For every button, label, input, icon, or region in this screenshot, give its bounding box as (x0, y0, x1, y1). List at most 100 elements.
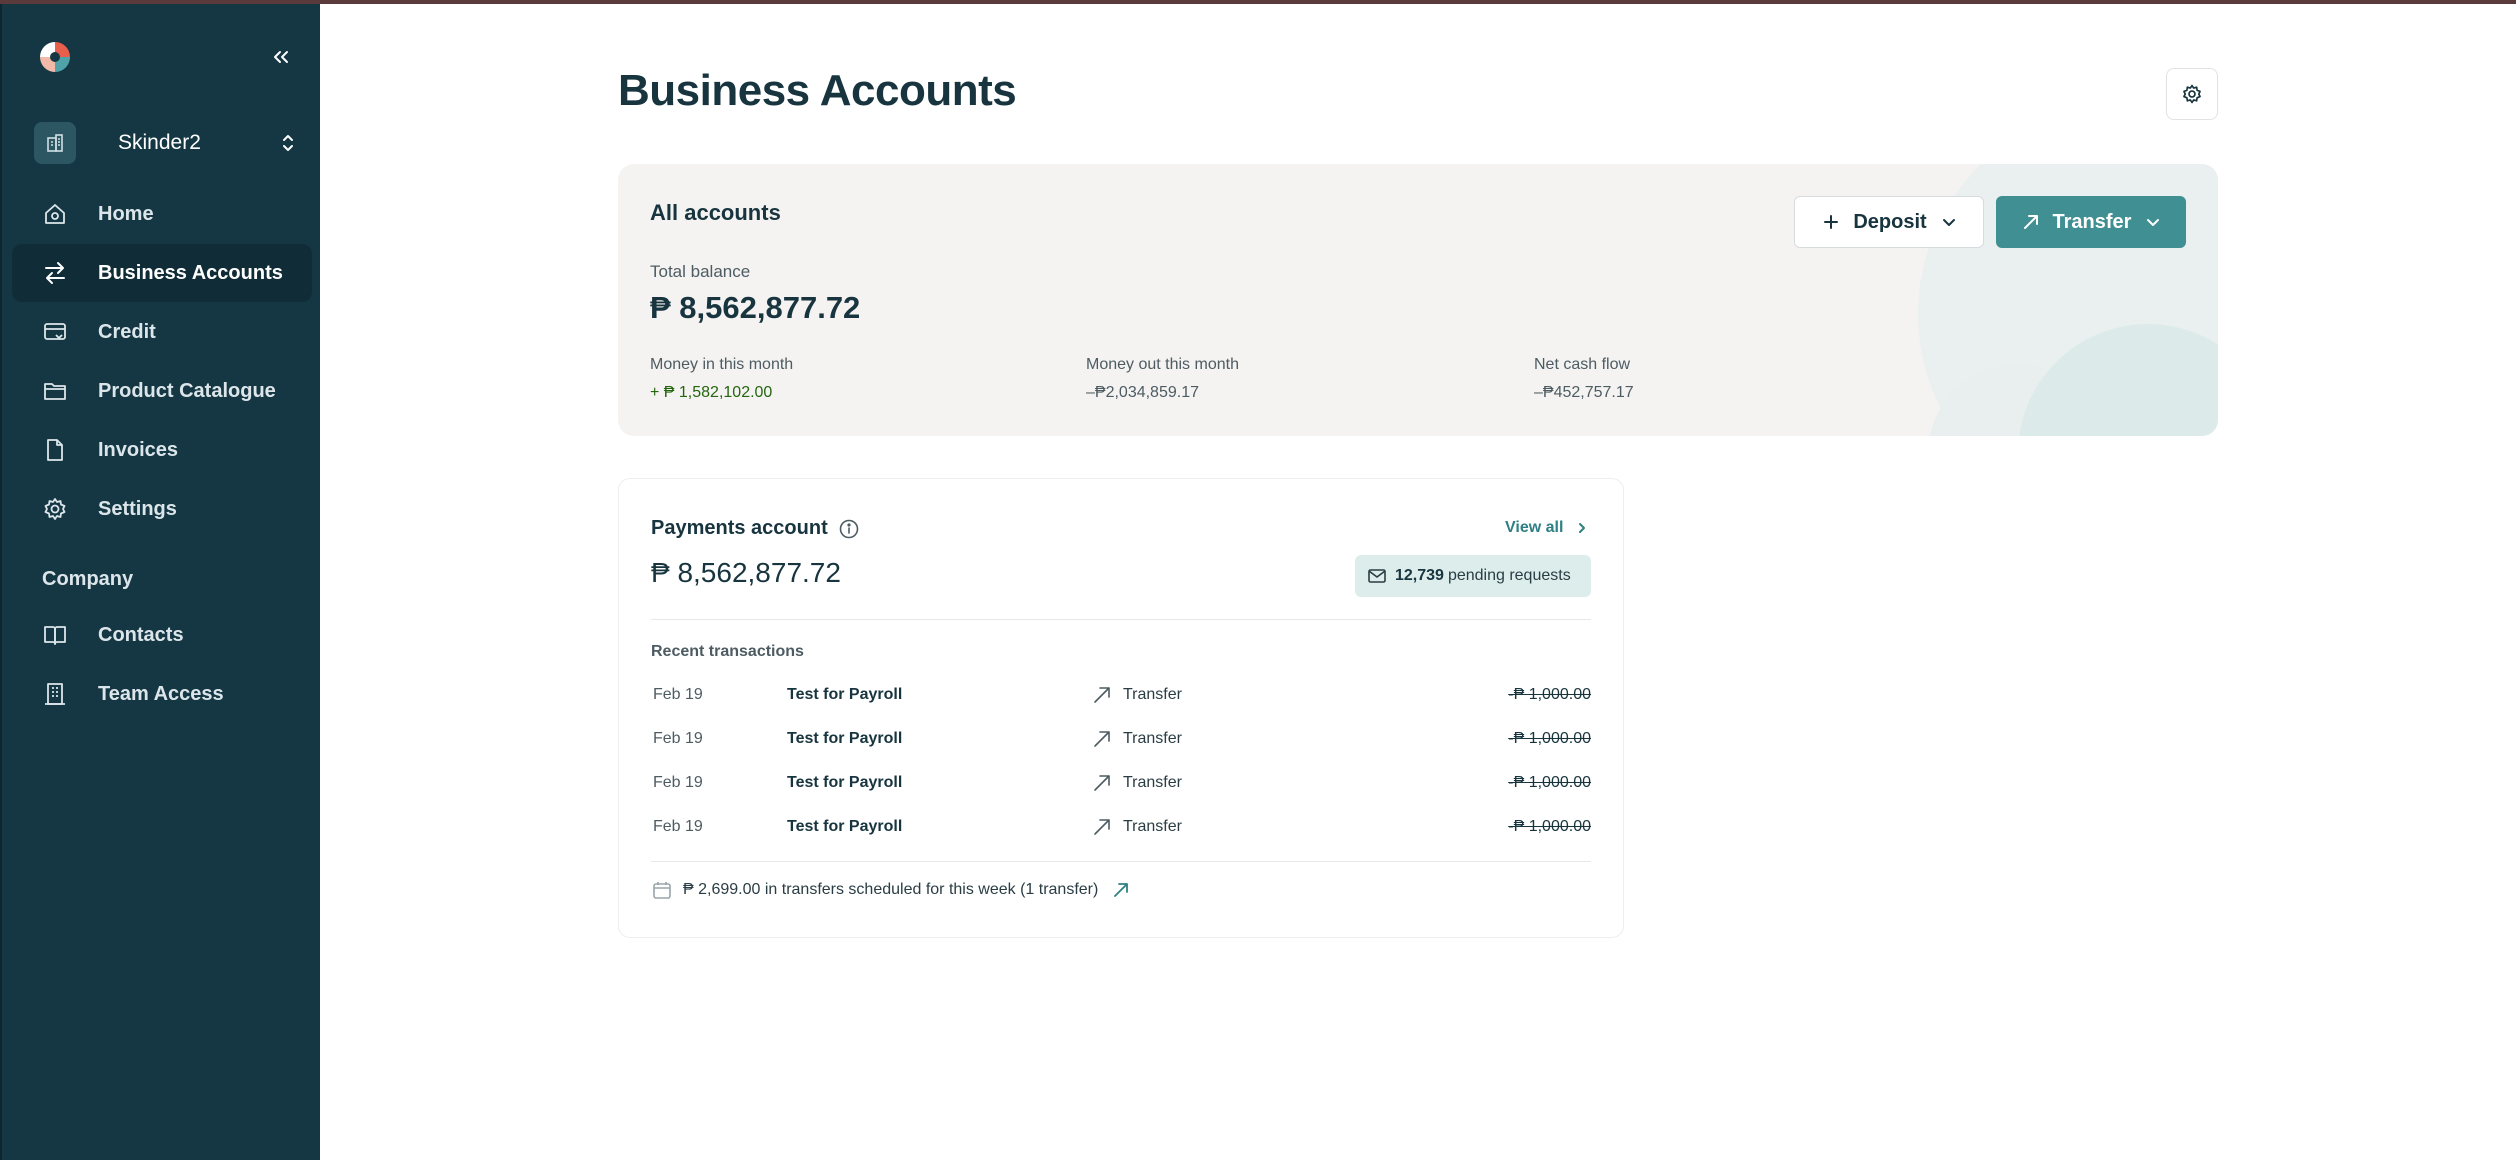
payments-account-balance: ₱ 8,562,877.72 (651, 557, 841, 588)
chevron-down-icon (2145, 214, 2161, 230)
transaction-description: Test for Payroll (787, 774, 903, 791)
nav-label: Invoices (98, 438, 179, 461)
summary-title: All accounts (650, 200, 781, 225)
money-out-metric: Money out this month –₱2,034,859.17 (1086, 356, 1239, 402)
recent-transactions-label: Recent transactions (651, 643, 804, 660)
page-settings-button[interactable] (2166, 68, 2218, 120)
chevron-down-icon (1941, 214, 1957, 230)
nav-label: Contacts (98, 623, 184, 646)
nav-item-product-catalogue[interactable]: Product Catalogue (12, 362, 312, 420)
plus-icon (1821, 212, 1841, 232)
nav-item-contacts[interactable]: Contacts (12, 606, 312, 664)
gear-icon (2181, 83, 2203, 105)
chevron-updown-icon (278, 131, 298, 155)
nav-item-team-access[interactable]: Team Access (12, 665, 312, 723)
money-in-value: + ₱ 1,582,102.00 (650, 384, 773, 401)
logo-icon[interactable] (38, 40, 72, 74)
transaction-row[interactable]: Feb 19 Test for Payroll Transfer -₱ 1,00… (651, 761, 1591, 805)
org-name: Skinder2 (118, 131, 201, 154)
folder-icon (42, 378, 68, 404)
nav-label: Home (98, 202, 154, 225)
transaction-type-label: Transfer (1123, 686, 1182, 703)
company-section-label: Company (42, 568, 134, 590)
net-cash-flow-metric: Net cash flow –₱452,757.17 (1534, 356, 1634, 402)
arrow-up-right-icon[interactable] (1112, 881, 1130, 899)
transaction-type: Transfer (1091, 728, 1182, 750)
nav-label: Settings (98, 497, 177, 520)
transaction-description: Test for Payroll (787, 686, 903, 703)
main-nav: Home Business Accounts Credit Product Ca… (12, 185, 312, 539)
transaction-type: Transfer (1091, 684, 1182, 706)
money-in-label: Money in this month (650, 356, 794, 373)
book-icon (42, 622, 68, 648)
transaction-row[interactable]: Feb 19 Test for Payroll Transfer -₱ 1,00… (651, 805, 1591, 849)
scheduled-transfers-note: ₱ 2,699.00 in transfers scheduled for th… (651, 879, 1130, 901)
home-icon (42, 201, 68, 227)
payments-account-card: Payments account View all ₱ 8,562,877.72… (618, 478, 1624, 938)
transfer-button[interactable]: Transfer (1996, 196, 2186, 248)
transaction-type-label: Transfer (1123, 730, 1182, 747)
transaction-type-label: Transfer (1123, 818, 1182, 835)
calendar-icon (651, 879, 673, 901)
transaction-row[interactable]: Feb 19 Test for Payroll Transfer -₱ 1,00… (651, 673, 1591, 717)
all-accounts-summary: All accounts Total balance ₱ 8,562,877.7… (618, 164, 2218, 436)
nav-item-home[interactable]: Home (12, 185, 312, 243)
money-in-metric: Money in this month + ₱ 1,582,102.00 (650, 356, 793, 402)
credit-card-icon (42, 319, 68, 345)
transaction-date: Feb 19 (653, 730, 703, 747)
nav-label: Team Access (98, 682, 224, 705)
transactions-list: Feb 19 Test for Payroll Transfer -₱ 1,00… (651, 673, 1591, 849)
transaction-type: Transfer (1091, 816, 1182, 838)
arrow-up-right-icon (1091, 816, 1113, 838)
top-border (0, 0, 2516, 4)
arrow-up-right-icon (1091, 684, 1113, 706)
mail-icon (1367, 566, 1387, 586)
nav-item-settings[interactable]: Settings (12, 480, 312, 538)
transaction-date: Feb 19 (653, 686, 703, 703)
collapse-sidebar-icon[interactable] (268, 44, 294, 70)
nav-label: Product Catalogue (98, 379, 276, 402)
nav-item-business-accounts[interactable]: Business Accounts (12, 244, 312, 302)
info-icon[interactable] (838, 518, 860, 540)
chevron-right-icon (1575, 521, 1589, 535)
transaction-description: Test for Payroll (787, 730, 903, 747)
net-cash-flow-value: –₱452,757.17 (1534, 384, 1634, 401)
transaction-row[interactable]: Feb 19 Test for Payroll Transfer -₱ 1,00… (651, 717, 1591, 761)
page-title: Business Accounts (618, 66, 1017, 115)
nav-item-invoices[interactable]: Invoices (12, 421, 312, 479)
view-all-link[interactable]: View all (1505, 519, 1589, 537)
view-all-label: View all (1505, 519, 1564, 536)
total-balance-label: Total balance (650, 262, 751, 281)
arrow-up-right-icon (1091, 728, 1113, 750)
money-out-value: –₱2,034,859.17 (1086, 384, 1199, 401)
deposit-label: Deposit (1853, 210, 1927, 233)
org-switcher[interactable]: Skinder2 (34, 122, 298, 164)
payments-account-title-text: Payments account (651, 517, 828, 539)
transaction-amount: -₱ 1,000.00 (1508, 818, 1591, 835)
nav-label: Business Accounts (98, 261, 283, 284)
nav-label: Credit (98, 320, 156, 343)
arrow-up-right-icon (1091, 772, 1113, 794)
transaction-date: Feb 19 (653, 818, 703, 835)
scheduled-transfers-text: ₱ 2,699.00 in transfers scheduled for th… (683, 881, 1099, 898)
transaction-amount: -₱ 1,000.00 (1508, 730, 1591, 747)
document-icon (42, 437, 68, 463)
transaction-date: Feb 19 (653, 774, 703, 791)
money-out-label: Money out this month (1086, 356, 1239, 373)
transaction-type: Transfer (1091, 772, 1182, 794)
net-cash-flow-label: Net cash flow (1534, 356, 1631, 373)
company-nav: Contacts Team Access (12, 606, 312, 724)
divider (651, 619, 1591, 620)
pending-requests-badge[interactable]: 12,739 pending requests (1355, 555, 1591, 597)
deposit-button[interactable]: Deposit (1794, 196, 1984, 248)
transaction-type-label: Transfer (1123, 774, 1182, 791)
transfer-label: Transfer (2052, 210, 2132, 233)
transfer-arrows-icon (42, 260, 68, 286)
building-icon (34, 122, 76, 164)
nav-item-credit[interactable]: Credit (12, 303, 312, 361)
arrow-up-right-icon (2021, 212, 2041, 232)
sidebar: Skinder2 Home Business Accounts Credit P… (0, 0, 320, 1160)
payments-account-title: Payments account (651, 517, 860, 540)
building-icon (42, 681, 68, 707)
transaction-amount: -₱ 1,000.00 (1508, 774, 1591, 791)
